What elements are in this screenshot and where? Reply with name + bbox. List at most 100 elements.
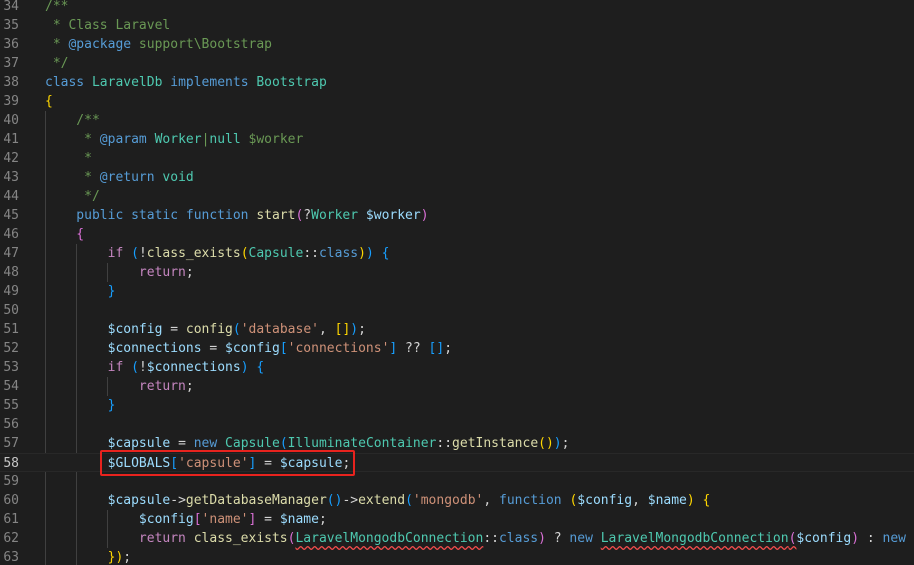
code-token: )	[358, 246, 366, 261]
code-line[interactable]: 60 $capsule->getDatabaseManager()->exten…	[0, 491, 914, 510]
line-code: return;	[45, 377, 194, 396]
code-token: $config	[577, 493, 633, 508]
code-token: (	[232, 322, 241, 337]
code-editor[interactable]: 34/** 35 * Class Laravel 36 * @package sup…	[0, 0, 914, 565]
code-token: null	[209, 132, 249, 147]
code-token: )	[553, 436, 562, 451]
code-line[interactable]: 55 }	[0, 396, 914, 415]
line-code: });	[45, 548, 131, 565]
code-line[interactable]: 40 /**	[0, 111, 914, 130]
line-code: if (!$connections) {	[45, 358, 265, 377]
code-line[interactable]: 49 }	[0, 282, 914, 301]
code-token: }	[45, 398, 116, 413]
code-line[interactable]: 50	[0, 301, 914, 320]
code-token: ;	[185, 265, 194, 280]
line-code: {	[45, 225, 84, 244]
code-token: ->	[170, 493, 186, 508]
code-token: ;	[444, 341, 453, 356]
code-token: Worker	[154, 132, 202, 147]
code-token: ::	[436, 436, 453, 451]
code-token: $connections	[107, 341, 202, 356]
code-token: new	[882, 531, 914, 546]
code-token: IlluminateContainer	[287, 436, 437, 451]
line-code: if (!class_exists(Capsule::class)) {	[45, 244, 390, 263]
code-token: =	[162, 322, 186, 337]
code-token: if	[107, 246, 132, 261]
code-line[interactable]: 34 /**	[0, 0, 914, 16]
line-number: 54	[3, 379, 19, 394]
code-token: ??	[397, 341, 429, 356]
line-number: 37	[3, 56, 19, 71]
code-token: new	[569, 531, 601, 546]
line-number: 61	[3, 512, 19, 527]
line-number: 60	[3, 493, 19, 508]
code-token: return	[138, 379, 186, 394]
code-line[interactable]: 36 * @package support\Bootstrap	[0, 35, 914, 54]
code-token: (	[131, 360, 139, 375]
code-token: function	[499, 493, 570, 508]
line-code: */	[45, 54, 69, 73]
code-token: $config	[138, 512, 194, 527]
code-token: (	[279, 436, 288, 451]
code-line[interactable]: 54 return;	[0, 377, 914, 396]
code-line[interactable]: 46 {	[0, 225, 914, 244]
code-token: class_exists	[146, 246, 241, 261]
line-code: * @package support\Bootstrap	[45, 35, 272, 54]
code-token: !	[138, 246, 147, 261]
code-line[interactable]: 41 * @param Worker|null $worker	[0, 130, 914, 149]
line-number: 49	[3, 284, 19, 299]
code-line[interactable]: 42 *	[0, 149, 914, 168]
code-line[interactable]: 45 public static function start(?Worker …	[0, 206, 914, 225]
line-code: /**	[45, 0, 68, 16]
code-token: ,	[318, 322, 335, 337]
code-line[interactable]: 37 */	[0, 54, 914, 73]
line-number: 55	[3, 398, 19, 413]
line-number: 57	[3, 436, 19, 451]
line-number: 59	[3, 474, 19, 489]
code-token: $config	[225, 341, 280, 356]
code-line[interactable]: 52 $connections = $config['connections']…	[0, 339, 914, 358]
line-number: 40	[3, 113, 19, 128]
code-line[interactable]: 61 $config['name'] = $name;	[0, 510, 914, 529]
code-token: return	[138, 531, 194, 546]
code-token: []	[428, 341, 445, 356]
code-line[interactable]: 53 if (!$connections) {	[0, 358, 914, 377]
line-number: 63	[3, 550, 19, 565]
code-token: *	[45, 170, 100, 185]
code-line[interactable]: 44 */	[0, 187, 914, 206]
code-line[interactable]: 63 });	[0, 548, 914, 565]
line-number: 47	[3, 246, 19, 261]
code-token: getInstance	[452, 436, 539, 451]
code-token: * Class Laravel	[45, 18, 171, 33]
code-token: $name	[279, 512, 319, 527]
code-token: new	[193, 436, 226, 451]
code-line[interactable]: 62 return class_exists(LaravelMongodbCon…	[0, 529, 914, 548]
line-number: 51	[3, 322, 19, 337]
code-token: $connections	[146, 360, 241, 375]
code-line[interactable]: 48 return;	[0, 263, 914, 282]
code-line[interactable]: 38 class LaravelDb implements Bootstrap	[0, 73, 914, 92]
code-token: )	[365, 246, 374, 261]
code-token: =	[256, 512, 280, 527]
code-token: *	[45, 37, 69, 52]
code-line[interactable]: 47 if (!class_exists(Capsule::class)) {	[0, 244, 914, 263]
code-line[interactable]: 56	[0, 415, 914, 434]
code-token: )	[686, 493, 695, 508]
code-token: (	[131, 246, 139, 261]
code-token: Capsule	[248, 246, 304, 261]
code-token: class	[45, 75, 92, 90]
code-token: if	[107, 360, 132, 375]
line-code: $capsule->getDatabaseManager()->extend('…	[45, 491, 711, 510]
code-token: */	[45, 56, 69, 71]
code-line[interactable]: 51 $config = config('database', []);	[0, 320, 914, 339]
code-token: $capsule	[107, 493, 171, 508]
code-token: $worker	[248, 132, 304, 147]
code-line[interactable]: 39 {	[0, 92, 914, 111]
highlight-annotation-box	[100, 450, 355, 476]
code-line[interactable]: 43 * @return void	[0, 168, 914, 187]
code-line[interactable]: 35 * Class Laravel	[0, 16, 914, 35]
